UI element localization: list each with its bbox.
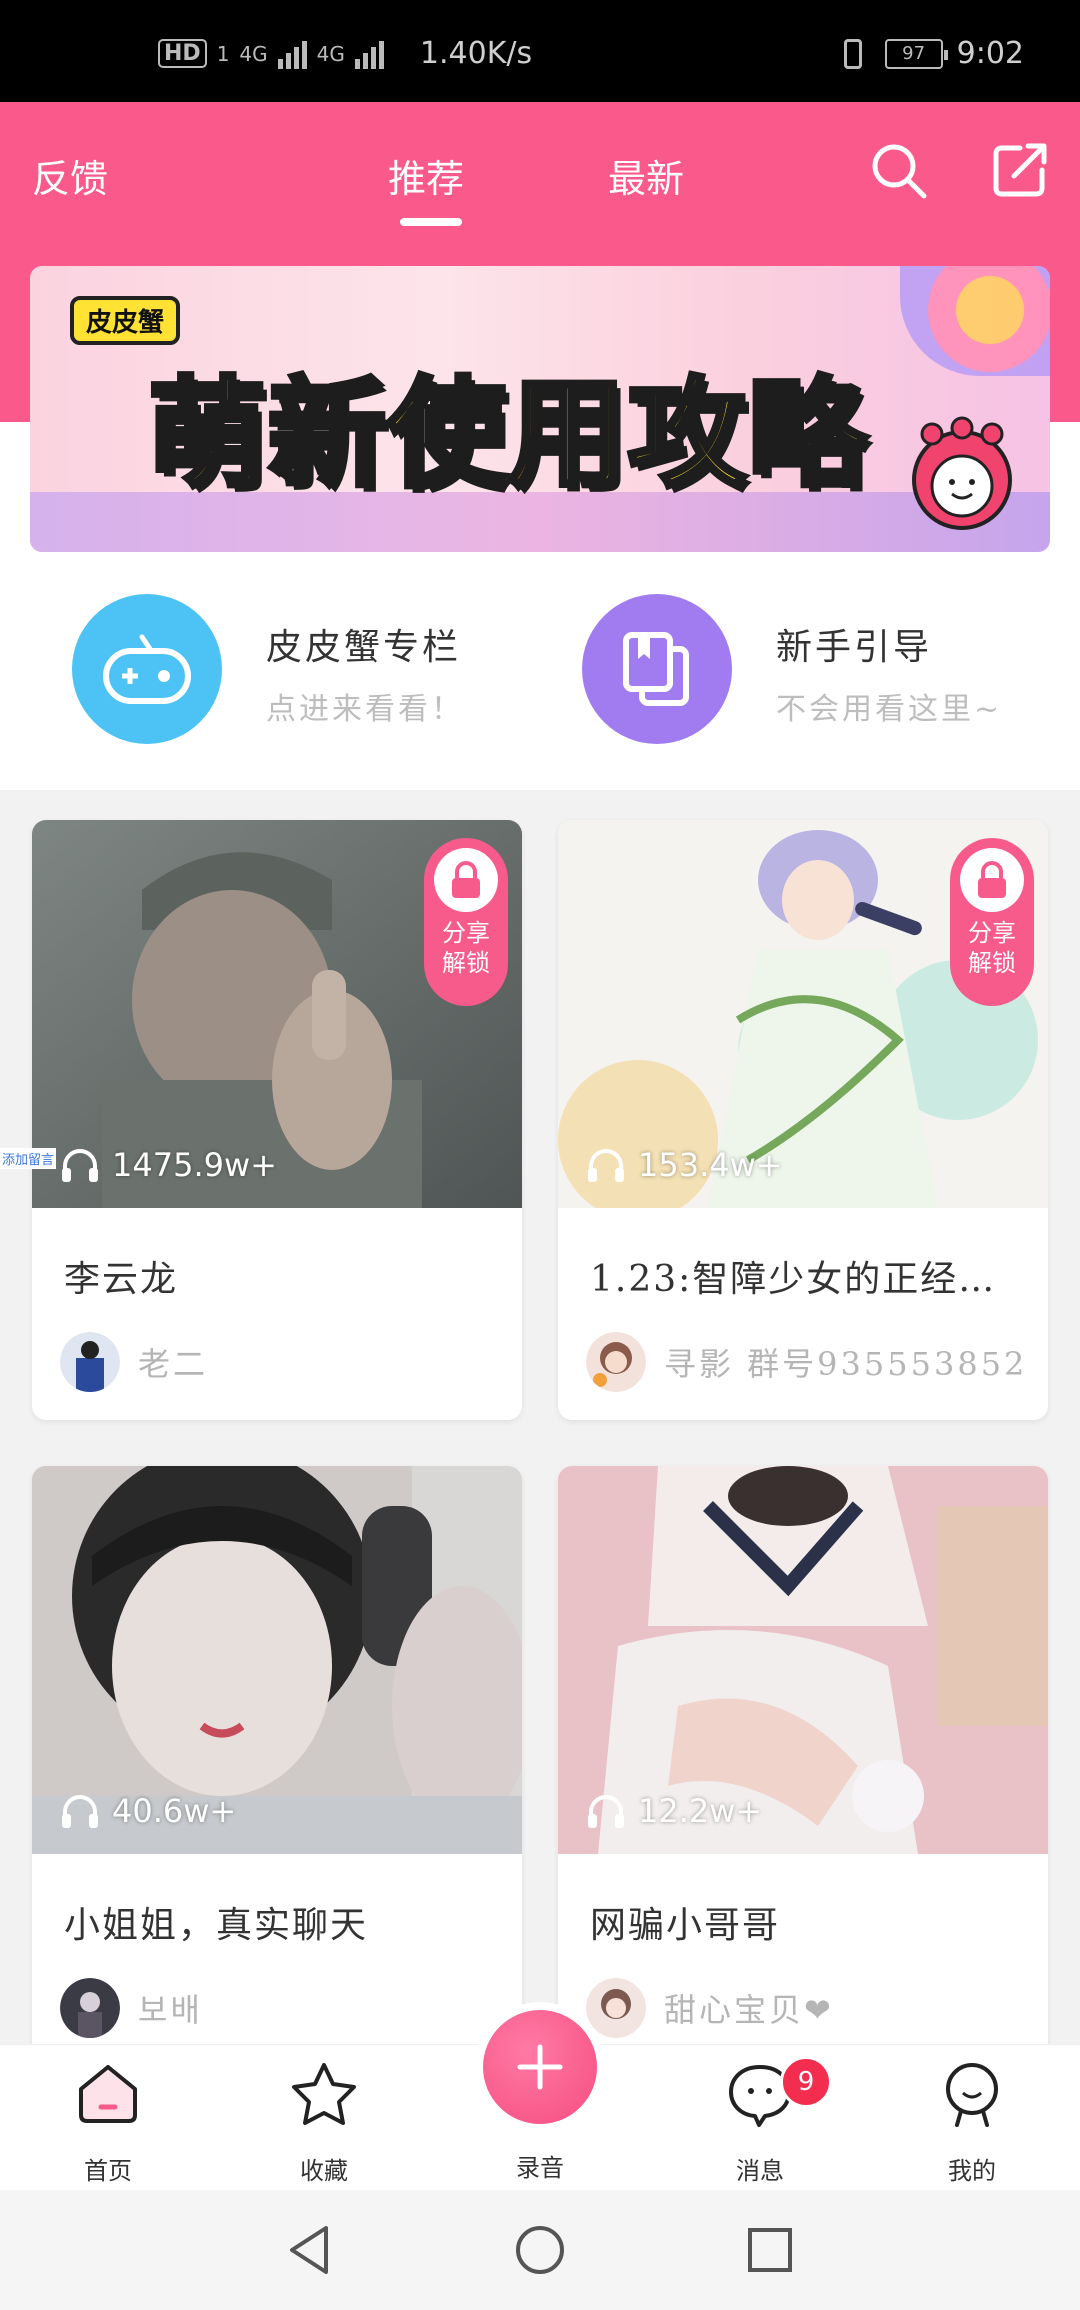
recents-icon[interactable] [740,2220,800,2280]
lock-icon [434,848,498,912]
status-left: HD 1 4G 4G 1.40K/s [158,36,532,71]
audio-card[interactable]: 12.2w+ 网骗小哥哥 甜心宝贝❤ [558,1466,1048,2066]
record-button[interactable] [483,2010,597,2124]
hd-indicator: HD [158,39,207,68]
share-unlock-badge[interactable]: 分享 解锁 [424,838,508,1006]
lock-text-line: 解锁 [442,949,490,977]
vibrate-icon [835,38,871,70]
sim-indicator: 1 [216,41,230,66]
messages-badge: 9 [780,2056,832,2108]
play-count-value: 40.6w+ [112,1792,237,1830]
status-right: 97 9:02 [835,36,1024,71]
play-count-value: 1475.9w+ [112,1146,277,1184]
lock-text-line: 解锁 [968,949,1016,977]
tab-latest[interactable]: 最新 [608,148,684,203]
signal-icon [277,39,307,69]
clock: 9:02 [956,36,1024,71]
share-icon[interactable] [990,140,1050,200]
headphones-icon [588,1149,624,1182]
play-count: 40.6w+ [60,1792,236,1830]
tab-favorites[interactable]: 收藏 [264,2059,384,2186]
record-label: 录音 [516,2154,564,2182]
play-count-value: 12.2w+ [638,1792,763,1830]
play-count-value: 153.4w+ [638,1146,783,1184]
avatar [60,1332,120,1392]
tab-label: 收藏 [300,2157,348,2185]
author-name: 보배 [138,1991,203,2029]
tab-label: 首页 [84,2157,132,2185]
banner-title: 萌新使用攻略 [145,363,869,506]
lock-icon [960,848,1024,912]
card-title: 网骗小哥哥 [590,1905,781,1946]
network-type-1: 4G [239,41,268,66]
profile-icon [946,2063,998,2127]
tab-label: 我的 [948,2157,996,2185]
plus-icon [517,2044,563,2090]
headphones-icon [588,1795,624,1828]
lock-text-line: 分享 [968,919,1016,947]
banner-decoration [900,266,1050,376]
back-icon[interactable] [280,2220,340,2280]
card-author[interactable]: 寻影 群号935553852 [586,1332,1027,1392]
network-speed: 1.40K/s [419,36,533,71]
audio-card[interactable]: 40.6w+ 小姐姐，真实聊天 보배 [32,1466,522,2066]
battery-icon: 97 [884,38,948,69]
audio-card[interactable]: 分享 解锁 153.4w+ 1.23:智障少女的正经… 寻影 群号93555385… [558,820,1048,1420]
star-icon [292,2063,356,2125]
signal-icon [354,39,384,69]
play-count: 12.2w+ [586,1792,762,1830]
floating-side-tag[interactable]: 添加留言 [0,1148,57,1169]
entry-subtitle: 不会用看这里~ [776,692,1003,727]
copy-icon [582,594,732,744]
app-root: HD 1 4G 4G 1.40K/s 97 9:02 反馈 推荐 最新 皮皮蟹 … [0,0,1080,2310]
card-title: 1.23:智障少女的正经… [590,1259,997,1300]
headphones-icon [62,1795,98,1828]
lock-text-line: 分享 [442,919,490,947]
system-nav-bar [0,2190,1080,2310]
share-unlock-badge[interactable]: 分享 解锁 [950,838,1034,1006]
network-type-2: 4G [316,41,345,66]
avatar [586,1332,646,1392]
search-icon[interactable] [870,142,928,200]
card-author[interactable]: 甜心宝贝❤ [586,1978,834,2038]
tab-mine[interactable]: 我的 [912,2059,1032,2186]
card-author[interactable]: 老二 [60,1332,208,1392]
audio-card[interactable]: 分享 解锁 1475.9w+ 李云龙 老二 [32,820,522,1420]
status-bar: HD 1 4G 4G 1.40K/s 97 9:02 [0,0,1080,102]
card-title: 李云龙 [64,1259,179,1300]
headphones-icon [62,1149,98,1182]
entry-guide[interactable]: 新手引导 不会用看这里~ [582,594,1022,746]
play-count: 153.4w+ [586,1146,783,1184]
entry-title: 皮皮蟹专栏 [266,627,462,668]
promo-banner[interactable]: 皮皮蟹 萌新使用攻略 [30,266,1050,552]
avatar [586,1978,646,2038]
crab-mascot-icon [912,416,1012,530]
author-name: 甜心宝贝❤ [664,1991,834,2029]
entry-subtitle: 点进来看看！ [266,692,464,727]
avatar [60,1978,120,2038]
feedback-button[interactable]: 反馈 [32,148,108,203]
author-name: 寻影 群号935553852 [664,1345,1028,1383]
author-name: 老二 [138,1345,209,1383]
card-author[interactable]: 보배 [60,1978,203,2038]
gamepad-icon [72,594,222,744]
entry-title: 新手引导 [776,627,933,668]
home-icon [79,2065,137,2123]
tab-home[interactable]: 首页 [48,2059,168,2186]
card-title: 小姐姐，真实聊天 [64,1905,369,1946]
entry-column[interactable]: 皮皮蟹专栏 点进来看看！ [72,594,512,746]
tab-indicator [400,218,462,226]
tab-label: 消息 [736,2157,784,2185]
play-count: 1475.9w+ [60,1146,277,1184]
home-circle-icon[interactable] [510,2220,570,2280]
tab-recommend[interactable]: 推荐 [388,148,464,203]
